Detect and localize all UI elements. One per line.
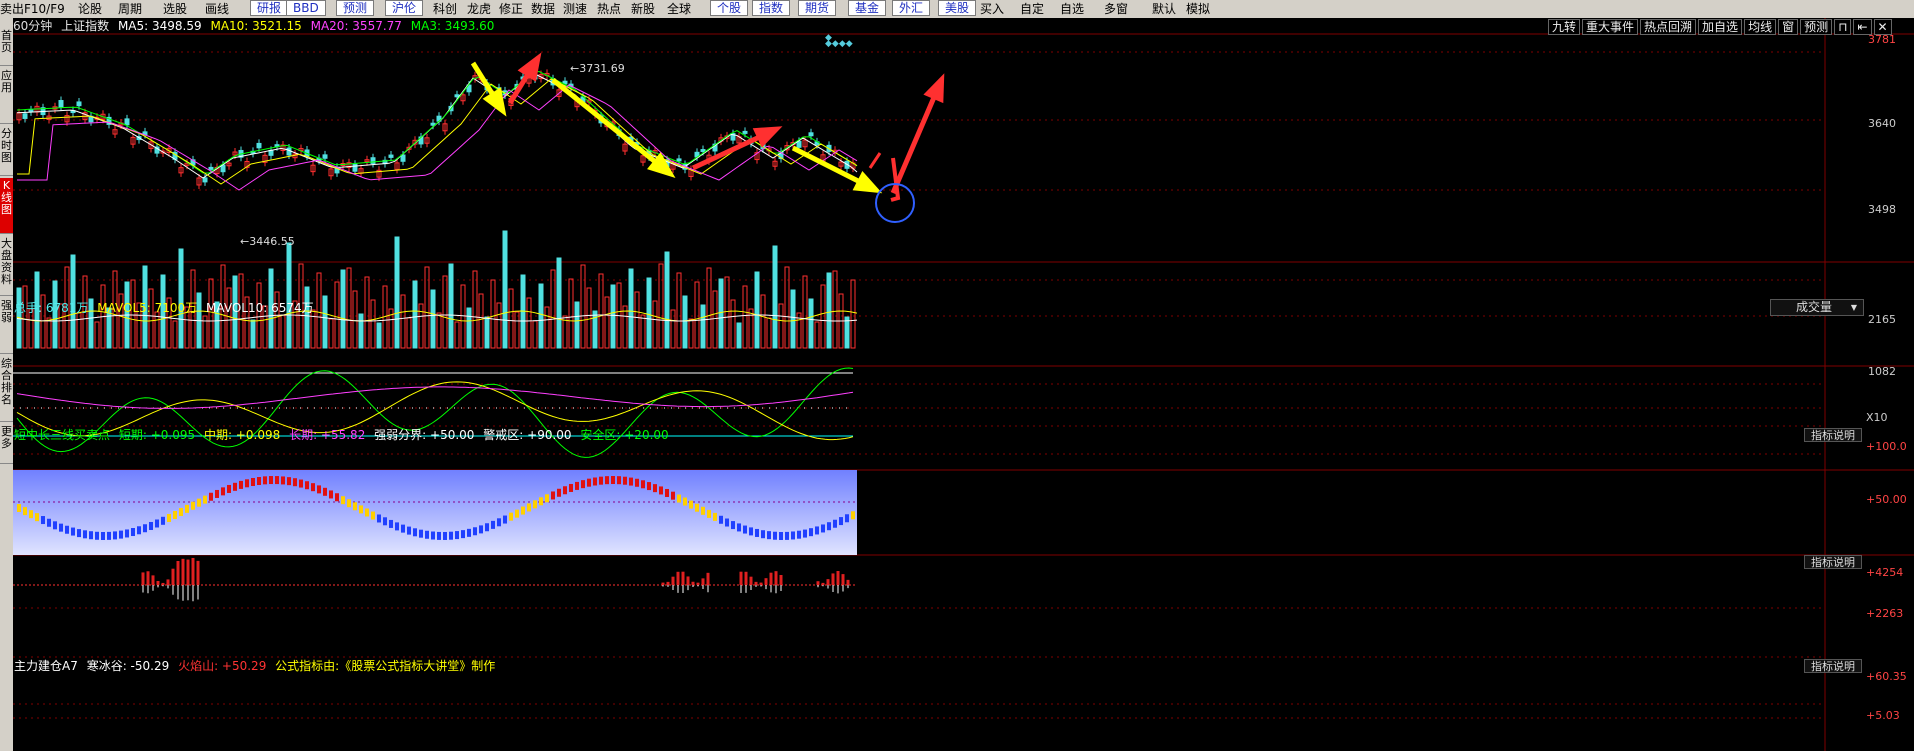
ind3-credit: 公式指标由:《股票公式指标大讲堂》制作 (275, 659, 496, 673)
menu-item-12[interactable]: 修正 (499, 1, 523, 17)
menu-item-3[interactable]: 周期 (118, 1, 142, 17)
axis-label-ind3-0: +60.35 (1866, 670, 1907, 683)
menu-item-6[interactable]: 研报 (250, 0, 289, 16)
menu-item-18[interactable]: 个股 (710, 0, 749, 16)
period-label[interactable]: 60分钟 (13, 19, 52, 33)
sidebar-item-3[interactable]: K线图 (0, 178, 13, 234)
volume-total: 总手: 6781万 (14, 301, 89, 315)
axis-label-ind2-1: +2263 (1866, 607, 1904, 620)
chart-toolbar: 九转 重大事件 热点回溯 加自选 均线窗预测 ⊓ ⇤ ✕ (1546, 19, 1892, 35)
menu-item-23[interactable]: 美股 (938, 0, 977, 16)
menu-item-21[interactable]: 基金 (848, 0, 887, 16)
axis-label-ind1-0: +100.0 (1866, 440, 1907, 453)
menu-item-15[interactable]: 热点 (597, 1, 621, 17)
ind1-mid: 中期: +0.098 (203, 428, 281, 442)
menu-item-4[interactable]: 选股 (163, 1, 187, 17)
mavol10: MAVOL10: 6574万 (206, 301, 314, 315)
menu-item-29[interactable]: 模拟 (1186, 1, 1210, 17)
menu-item-26[interactable]: 自选 (1060, 1, 1084, 17)
sidebar-item-0[interactable]: 首页 (0, 28, 13, 66)
ma10-value: MA10: 3521.15 (210, 19, 302, 33)
low-marker: ←3446.55 (240, 235, 295, 248)
menu-item-11[interactable]: 龙虎 (467, 1, 491, 17)
menu-item-1[interactable]: F10/F9 (24, 1, 65, 17)
axis-label-ind3-1: +5.03 (1866, 709, 1900, 722)
axis-label-vol-0: 2165 (1868, 313, 1896, 326)
ind1-long: 长期: +55.82 (289, 428, 366, 442)
indicator-selector[interactable]: 成交量 ▼ (1770, 299, 1864, 316)
sidebar-item-5[interactable]: 强弱 (0, 298, 13, 354)
axis-label-ind1-1: +50.00 (1866, 493, 1907, 506)
axis-label-vol-1: 1082 (1868, 365, 1896, 378)
ind3-name: 主力建仓A7 (14, 659, 78, 673)
menu-item-16[interactable]: 新股 (631, 1, 655, 17)
sidebar: 首页 应用分时图 K线图大盘资料强弱综合排名更多 (0, 18, 13, 751)
axis-label-main-2: 3498 (1868, 203, 1896, 216)
menu-item-28[interactable]: 默认 (1152, 1, 1176, 17)
ind3-cold: 寒冰谷: -50.29 (86, 659, 170, 673)
chevron-down-icon: ▼ (1850, 303, 1857, 312)
menu-item-20[interactable]: 期货 (798, 0, 837, 16)
menu-item-5[interactable]: 画线 (205, 1, 229, 17)
ind1-split: 强弱分界: +50.00 (374, 428, 475, 442)
menu-item-25[interactable]: 自定 (1020, 1, 1044, 17)
ind2-explain-button[interactable]: 指标说明 (1804, 555, 1862, 569)
menu-item-24[interactable]: 买入 (980, 1, 1004, 17)
ind1-safe: 安全区: +20.00 (580, 428, 669, 442)
main-header: 60分钟 上证指数 MA5: 3498.59 MA10: 3521.15 MA2… (13, 18, 499, 34)
sidebar-item-1[interactable]: 应用 (0, 68, 13, 124)
svg-text:◆◆◆◆: ◆◆◆◆ (825, 39, 853, 49)
ma5-value: MA5: 3498.59 (117, 19, 202, 33)
toolbar-button-5[interactable]: 窗 (1778, 19, 1799, 35)
high-marker: ←3731.69 (570, 62, 625, 75)
menu-item-17[interactable]: 全球 (667, 1, 691, 17)
menu-item-2[interactable]: 论股 (78, 1, 102, 17)
kline-chart[interactable]: ◆◆◆◆◆ (13, 18, 1914, 751)
axis-label-main-0: 3781 (1868, 33, 1896, 46)
mavol5: MAVOL5: 7100万 (97, 301, 198, 315)
ind1-warn: 警戒区: +90.00 (483, 428, 572, 442)
menu-bar: 卖出 F10/F9 论股 周期 选股 画线 研报 BBD 预测 沪伦 科创 龙虎 修正 数据 测速 热点 新股全… (0, 0, 1914, 18)
menu-item-9[interactable]: 沪伦 (385, 0, 424, 16)
toolbar-button-3[interactable]: 加自选 (1698, 19, 1743, 35)
menu-item-10[interactable]: 科创 (433, 1, 457, 17)
sidebar-item-4[interactable]: 大盘资料 (0, 236, 13, 296)
ma3-value: MA3: 3493.60 (410, 19, 495, 33)
axis-label-main-1: 3640 (1868, 117, 1896, 130)
ind1-name: 短中长三线买卖点 (14, 428, 111, 442)
toolbar-button-1[interactable]: 重大事件 (1582, 19, 1639, 35)
ind3-hot: 火焰山: +50.29 (178, 659, 267, 673)
ind3-header: 主力建仓A7 寒冰谷: -50.29 火焰山: +50.29 公式指标由:《股票… (14, 658, 500, 674)
sidebar-item-7[interactable]: 更多 (0, 424, 13, 464)
indicator-selector-label: 成交量 (1796, 300, 1833, 314)
ind1-explain-button[interactable]: 指标说明 (1804, 428, 1862, 442)
low-value: 3446.55 (249, 235, 295, 248)
sidebar-item-2[interactable]: 分时图 (0, 126, 13, 176)
menu-item-19[interactable]: 指数 (752, 0, 791, 16)
menu-item-22[interactable]: 外汇 (892, 0, 931, 16)
axis-label-vol-2: X10 (1866, 411, 1888, 424)
sidebar-item-6[interactable]: 综合排名 (0, 356, 13, 422)
index-name: 上证指数 (61, 19, 110, 33)
axis-label-ind2-0: +4254 (1866, 566, 1904, 579)
menu-item-7[interactable]: BBD (286, 0, 326, 16)
high-value: 3731.69 (579, 62, 625, 75)
menu-item-0[interactable]: 卖出 (0, 1, 24, 17)
toolbar-button-6[interactable]: 预测 (1800, 19, 1833, 35)
lock-icon[interactable]: ⊓ (1834, 19, 1852, 35)
menu-item-8[interactable]: 预测 (336, 0, 375, 16)
toolbar-button-4[interactable]: 均线 (1744, 19, 1777, 35)
ma20-value: MA20: 3557.77 (310, 19, 402, 33)
volume-header: 总手: 6781万 MAVOL5: 7100万 MAVOL10: 6574万 (14, 300, 319, 316)
menu-item-14[interactable]: 测速 (563, 1, 587, 17)
menu-item-27[interactable]: 多窗 (1104, 1, 1128, 17)
ind1-short: 短期: +0.095 (118, 428, 196, 442)
toolbar-button-2[interactable]: 热点回溯 (1640, 19, 1697, 35)
ind3-explain-button[interactable]: 指标说明 (1804, 659, 1862, 673)
toolbar-button-0[interactable]: 九转 (1548, 19, 1581, 35)
ind1-header: 短中长三线买卖点 短期: +0.095 中期: +0.098 长期: +55.8… (14, 427, 674, 443)
menu-item-13[interactable]: 数据 (531, 1, 555, 17)
